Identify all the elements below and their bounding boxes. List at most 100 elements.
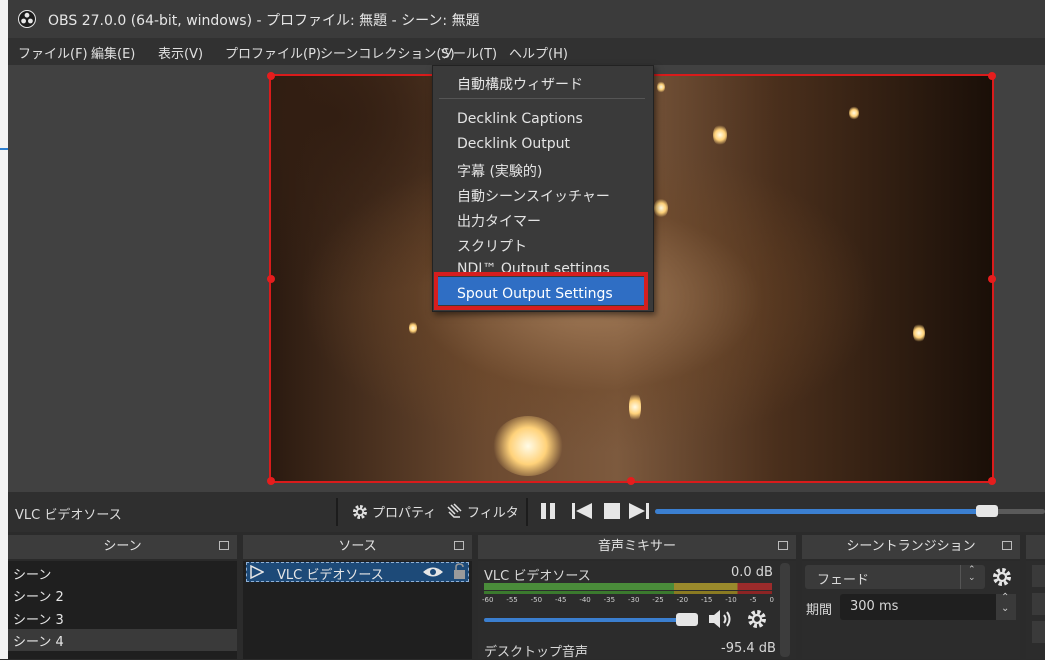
scenes-dock-header: シーン <box>8 535 237 559</box>
pause-icon[interactable] <box>538 501 558 521</box>
light-spark <box>657 81 665 93</box>
float-dock-icon[interactable] <box>1002 541 1012 550</box>
scene-transitions-dock: シーントランジション フェード ⌃ ⌄ 期間 300 ms ⌃ ⌄ <box>802 535 1020 659</box>
audio-mixer-dock: 音声ミキサー VLC ビデオソース 0.0 dB -60 -55 -50 -45 -40… <box>478 535 796 660</box>
menu-separator <box>439 98 645 99</box>
chevron-down-icon: ⌄ <box>968 573 976 583</box>
obs-logo-icon <box>18 10 36 28</box>
resize-handle[interactable] <box>988 275 996 283</box>
gear-icon <box>353 504 367 519</box>
meter-tick: -15 <box>700 596 713 604</box>
menu-item-decklink-output[interactable]: Decklink Output <box>457 136 570 152</box>
resize-handle[interactable] <box>988 477 996 485</box>
mixer-body: VLC ビデオソース 0.0 dB -60 -55 -50 -45 -40 -35 -30-… <box>478 561 796 660</box>
speaker-icon[interactable] <box>707 608 735 630</box>
filters-label: フィルタ <box>467 506 519 521</box>
controls-dock-partial <box>1026 535 1045 659</box>
meter-tick: -5 <box>749 596 757 604</box>
transitions-dock-title: シーントランジション <box>846 539 976 554</box>
menu-scene-collection[interactable]: シーンコレクション(S) <box>320 43 455 62</box>
sources-list: VLC ビデオソース <box>243 561 472 659</box>
toolbar-divider <box>336 498 338 526</box>
menu-item-auto-config-wizard[interactable]: 自動構成ウィザード <box>457 74 583 94</box>
title-bar: OBS 27.0.0 (64-bit, windows) - プロファイル: 無… <box>8 0 1045 38</box>
scene-item[interactable]: シーン 4 <box>13 631 64 650</box>
meter-tick: -25 <box>652 596 664 604</box>
source-item-label: VLC ビデオソース <box>277 568 384 583</box>
menu-tools[interactable]: ツール(T) <box>440 43 497 62</box>
control-button[interactable] <box>1032 621 1045 643</box>
filter-icon <box>447 502 462 518</box>
mixer-channel-name: VLC ビデオソース <box>484 569 591 584</box>
meter-tick: -45 <box>554 596 567 604</box>
next-icon[interactable] <box>628 501 650 521</box>
menu-item-auto-scene-switcher[interactable]: 自動シーンスイッチャー <box>457 186 610 206</box>
background-divider <box>0 148 8 150</box>
resize-handle[interactable] <box>267 72 275 80</box>
duration-spinner[interactable]: ⌃ ⌄ <box>996 592 1016 620</box>
seek-slider[interactable] <box>655 505 1045 517</box>
spin-up-icon[interactable]: ⌃ <box>1001 592 1009 603</box>
sources-dock: ソース VLC ビデオソース <box>243 535 472 659</box>
light-spark <box>493 416 563 476</box>
resize-handle[interactable] <box>267 477 275 485</box>
transition-select[interactable]: フェード ⌃ ⌄ <box>805 565 985 589</box>
float-dock-icon[interactable] <box>454 541 464 550</box>
duration-label: 期間 <box>806 603 833 618</box>
menu-item-decklink-captions[interactable]: Decklink Captions <box>457 111 583 127</box>
meter-tick: -30 <box>627 596 640 604</box>
sources-dock-header: ソース <box>243 535 472 559</box>
menu-item-scripts[interactable]: スクリプト <box>457 236 527 256</box>
menu-item-captions[interactable]: 字幕 (実験的) <box>457 161 542 181</box>
previous-icon[interactable] <box>571 501 593 521</box>
transition-select-value: フェード <box>817 573 870 588</box>
resize-handle[interactable] <box>627 477 635 485</box>
volume-slider-thumb[interactable] <box>676 613 698 626</box>
gear-icon[interactable] <box>991 566 1013 588</box>
scene-item[interactable]: シーン <box>13 564 51 583</box>
light-spark <box>654 198 668 218</box>
sources-dock-title: ソース <box>338 539 377 554</box>
float-dock-icon[interactable] <box>778 541 788 550</box>
controls-body <box>1026 561 1045 659</box>
volume-slider[interactable] <box>484 618 694 622</box>
window-title: OBS 27.0.0 (64-bit, windows) - プロファイル: 無… <box>48 13 480 29</box>
scene-item[interactable]: シーン 2 <box>13 586 64 605</box>
menu-bar: ファイル(F) 編集(E) 表示(V) プロファイル(P) シーンコレクション(… <box>8 38 1045 65</box>
light-spark <box>849 106 859 120</box>
light-spark <box>913 323 925 343</box>
volume-meter <box>484 591 772 594</box>
unlock-icon[interactable] <box>453 563 466 580</box>
resize-handle[interactable] <box>988 72 996 80</box>
selected-source-label: VLC ビデオソース <box>15 508 122 523</box>
mixer-scrollbar[interactable] <box>780 563 790 657</box>
menu-item-output-timer[interactable]: 出力タイマー <box>457 211 541 231</box>
resize-handle[interactable] <box>267 275 275 283</box>
seek-thumb[interactable] <box>975 505 998 517</box>
filters-button[interactable]: フィルタ <box>446 502 519 521</box>
select-arrows: ⌃ ⌄ <box>960 565 985 589</box>
seek-progress <box>655 509 987 514</box>
spin-down-icon[interactable]: ⌄ <box>1001 603 1009 614</box>
menu-view[interactable]: 表示(V) <box>158 43 203 62</box>
properties-button[interactable]: プロパティ <box>351 502 436 521</box>
mixer-dock-header: 音声ミキサー <box>478 535 796 559</box>
duration-input[interactable]: 300 ms ⌃ ⌄ <box>840 592 1016 620</box>
controls-dock-header <box>1026 535 1045 559</box>
float-dock-icon[interactable] <box>219 541 229 550</box>
menu-profile[interactable]: プロファイル(P) <box>225 43 321 62</box>
scene-item[interactable]: シーン 3 <box>13 609 64 628</box>
control-button[interactable] <box>1032 565 1045 587</box>
meter-tick: 0 <box>769 596 774 604</box>
menu-edit[interactable]: 編集(E) <box>91 43 135 62</box>
gear-icon[interactable] <box>746 608 768 630</box>
duration-value: 300 ms <box>850 599 899 614</box>
mixer-channel-level: -95.4 dB <box>721 641 776 656</box>
meter-tick: -60 <box>482 596 494 604</box>
control-button[interactable] <box>1032 593 1045 615</box>
menu-file[interactable]: ファイル(F) <box>18 43 88 62</box>
background-window-edge <box>0 0 8 659</box>
stop-icon[interactable] <box>602 501 622 521</box>
eye-icon[interactable] <box>422 566 444 578</box>
menu-help[interactable]: ヘルプ(H) <box>509 43 568 62</box>
